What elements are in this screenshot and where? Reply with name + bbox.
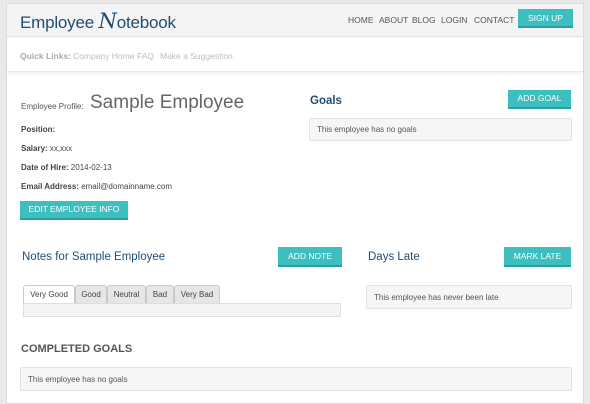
quick-link-suggestion[interactable]: Make a Suggestion — [160, 51, 233, 61]
quick-link-company-home[interactable]: Company Home — [73, 51, 134, 61]
hire-date-label: Date of Hire: — [21, 163, 69, 172]
completed-goals-title: COMPLETED GOALS — [21, 343, 133, 355]
nav-blog[interactable]: BLOG — [412, 15, 436, 25]
salary-value: xx,xxx — [49, 144, 73, 153]
profile-name: Sample Employee — [90, 92, 245, 113]
notes-title: Notes for Sample Employee — [22, 251, 166, 263]
tab-very-good[interactable]: Very Good — [23, 285, 75, 304]
signup-button[interactable]: SIGN UP — [518, 9, 573, 28]
nav-contact[interactable]: CONTACT — [474, 15, 514, 25]
email-row: Email Address: email@domainname.com — [21, 182, 172, 191]
add-goal-button[interactable]: ADD GOAL — [508, 90, 571, 109]
profile-label: Employee Profile: — [21, 102, 84, 111]
days-late-title: Days Late — [368, 251, 420, 263]
logo-suffix: otebook — [116, 13, 176, 32]
logo[interactable]: Employee Notebook — [20, 9, 176, 33]
notes-tab-panel — [23, 303, 341, 317]
completed-goals-empty-well: This employee has no goals — [20, 367, 572, 391]
tab-neutral[interactable]: Neutral — [107, 285, 146, 304]
hire-date-value: 2014-02-13 — [70, 163, 112, 172]
nav-about[interactable]: ABOUT — [379, 15, 408, 25]
top-header: Employee Notebook HOME ABOUT BLOG LOGIN … — [7, 4, 583, 37]
quick-links-label: Quick Links: — [20, 51, 72, 61]
tab-bad[interactable]: Bad — [146, 285, 174, 304]
tab-very-bad[interactable]: Very Bad — [174, 285, 220, 304]
salary-label: Salary: — [21, 144, 48, 153]
logo-prefix: Employee — [20, 13, 99, 32]
goals-empty-well: This employee has no goals — [309, 118, 572, 141]
nav-login[interactable]: LOGIN — [441, 15, 467, 25]
goals-title: Goals — [310, 95, 342, 107]
logo-n: N — [98, 9, 117, 33]
tab-good[interactable]: Good — [75, 285, 107, 304]
email-label: Email Address: — [21, 182, 79, 191]
page-frame: Employee Notebook HOME ABOUT BLOG LOGIN … — [6, 3, 584, 404]
days-late-empty-well: This employee has never been late — [366, 285, 572, 309]
salary-row: Salary: xx,xxx — [21, 144, 72, 153]
hire-date-row: Date of Hire: 2014-02-13 — [21, 163, 112, 172]
mark-late-button[interactable]: MARK LATE — [504, 247, 571, 267]
position-row: Position: — [21, 125, 55, 134]
nav-home[interactable]: HOME — [348, 15, 374, 25]
add-note-button[interactable]: ADD NOTE — [278, 247, 342, 267]
quick-links-bar: Quick Links: Company Home FAQ Make a Sug… — [7, 38, 583, 72]
position-label: Position: — [21, 125, 56, 134]
edit-employee-button[interactable]: EDIT EMPLOYEE INFO — [20, 201, 128, 220]
email-value: email@domainname.com — [81, 182, 173, 191]
quick-link-faq[interactable]: FAQ — [137, 51, 154, 61]
